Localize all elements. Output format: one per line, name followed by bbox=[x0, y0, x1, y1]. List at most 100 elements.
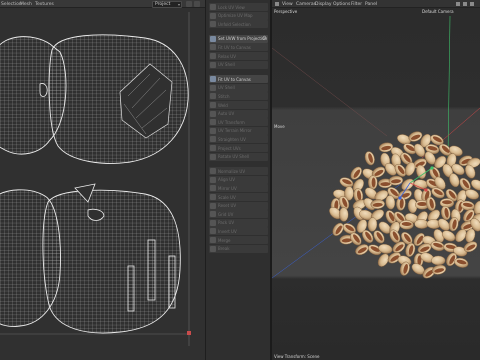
tool-item[interactable]: Optimize UV Map bbox=[209, 11, 268, 20]
maximize-icon[interactable] bbox=[470, 1, 474, 6]
tool-icon bbox=[210, 4, 216, 10]
chevron-down-icon: ▾ bbox=[177, 2, 180, 7]
tool-item[interactable]: Break bbox=[209, 244, 268, 253]
tool-icon bbox=[210, 102, 216, 108]
tool-item[interactable]: Set UVW from Projection ⚙ bbox=[209, 34, 268, 43]
tool-item[interactable]: Relax UV bbox=[209, 52, 268, 60]
tool-label: Fit UV to Canvas bbox=[218, 44, 251, 50]
tool-icon bbox=[210, 12, 216, 19]
tool-icon bbox=[210, 145, 216, 151]
tool-label: Auto UV bbox=[218, 111, 235, 117]
tool-label: Reset UV bbox=[218, 203, 237, 209]
tool-label: Mirror UV bbox=[218, 185, 237, 191]
tool-item[interactable]: Fit UV to Canvas bbox=[209, 43, 268, 52]
tool-item[interactable]: Rotate UV Shell bbox=[209, 152, 268, 161]
uv-menubar: Selection Mesh Textures Project ▾ bbox=[0, 0, 205, 8]
tool-icon bbox=[210, 219, 216, 226]
viewport-panel: View Cameras Display Options Filter Pane… bbox=[272, 0, 480, 360]
tool-item[interactable]: Lock UV View bbox=[209, 3, 268, 11]
menu-filter[interactable]: Filter bbox=[351, 2, 362, 7]
tool-icon bbox=[210, 53, 216, 59]
tool-icon bbox=[210, 127, 216, 134]
tool-item[interactable]: Auto UV bbox=[209, 109, 268, 118]
tool-item[interactable]: UV Shell bbox=[209, 60, 268, 69]
tool-label: Normalize UV bbox=[218, 168, 246, 174]
tool-icon bbox=[210, 110, 216, 117]
tool-label: UV Shell bbox=[218, 85, 235, 91]
tool-icon bbox=[210, 237, 216, 243]
tool-icon bbox=[210, 61, 216, 68]
grid-icon[interactable] bbox=[194, 1, 200, 7]
tool-label: Merge bbox=[218, 237, 231, 243]
tool-label: Optimize UV Map bbox=[218, 13, 253, 19]
tool-mode-label: Move bbox=[274, 124, 285, 129]
pistachio bbox=[439, 198, 455, 208]
viewport-3d[interactable]: Perspective Default Camera Move View Tra… bbox=[272, 8, 480, 360]
tool-item[interactable]: UV Transform bbox=[209, 118, 268, 127]
move-view-icon[interactable] bbox=[456, 1, 460, 6]
camera-name-label: Default Camera bbox=[422, 9, 454, 14]
tool-icon bbox=[210, 93, 216, 100]
view-name-label: Perspective bbox=[274, 9, 298, 14]
tool-item[interactable]: UV Terrain Mirror bbox=[209, 126, 268, 135]
tool-icon bbox=[210, 168, 216, 175]
snap-icon[interactable] bbox=[186, 1, 192, 7]
view-transform-label: View Transform: Scene bbox=[274, 354, 320, 359]
tool-label: Break bbox=[218, 246, 230, 252]
menu-cameras[interactable]: Cameras bbox=[296, 2, 316, 7]
tool-label: Grid UV bbox=[218, 211, 234, 217]
tool-item[interactable]: Grid UV bbox=[209, 210, 268, 219]
uv-wireframe bbox=[0, 12, 198, 350]
tool-label: Invert UV bbox=[218, 228, 237, 234]
menu-display[interactable]: Display bbox=[315, 2, 332, 7]
menu-panel[interactable]: Panel bbox=[365, 2, 377, 7]
tool-icon bbox=[210, 153, 216, 160]
tool-label: UV Terrain Mirror bbox=[218, 128, 252, 134]
tool-item[interactable]: Align UV bbox=[209, 175, 268, 184]
tool-icon bbox=[210, 136, 216, 143]
tool-item[interactable]: Straighten UV bbox=[209, 135, 268, 144]
tool-item[interactable]: Merge bbox=[209, 236, 268, 244]
tool-label: Scale UV bbox=[218, 194, 236, 200]
projection-select[interactable]: Project ▾ bbox=[152, 0, 182, 8]
tool-icon bbox=[210, 35, 216, 42]
menu-selection[interactable]: Selection bbox=[1, 2, 22, 7]
tool-label: Rotate UV Shell bbox=[218, 154, 250, 160]
viewport-scene bbox=[272, 8, 480, 360]
tool-label: Pack UV bbox=[218, 220, 235, 226]
tool-label: Fit UV to Canvas bbox=[218, 76, 251, 82]
tool-icon bbox=[210, 185, 216, 192]
gear-icon[interactable]: ⚙ bbox=[262, 35, 267, 42]
tool-item[interactable]: Fit UV to Canvas bbox=[209, 75, 268, 84]
uv-canvas[interactable] bbox=[0, 12, 198, 350]
viewport-menubar: View Cameras Display Options Filter Pane… bbox=[272, 0, 480, 8]
tool-item[interactable]: Mirror UV bbox=[209, 184, 268, 193]
tool-icon bbox=[210, 245, 216, 252]
tool-label: Weld bbox=[218, 102, 228, 108]
tool-item[interactable]: Invert UV bbox=[209, 227, 268, 236]
tool-item[interactable]: Unfold Selection bbox=[209, 20, 268, 29]
tool-icon bbox=[210, 21, 216, 28]
tool-label: UV Transform bbox=[218, 119, 245, 125]
tool-item[interactable]: Normalize UV bbox=[209, 167, 268, 176]
view-icon[interactable] bbox=[275, 1, 279, 6]
tool-icon bbox=[210, 44, 216, 51]
menu-view[interactable]: View bbox=[282, 2, 293, 7]
tool-item[interactable]: Weld bbox=[209, 101, 268, 109]
pistachio bbox=[368, 175, 378, 190]
tool-label: Unfold Selection bbox=[218, 21, 251, 27]
menu-mesh[interactable]: Mesh bbox=[20, 2, 32, 7]
pistachio bbox=[338, 207, 349, 222]
projection-select-value: Project bbox=[155, 2, 171, 7]
tool-icon bbox=[210, 176, 216, 183]
menu-options[interactable]: Options bbox=[333, 2, 350, 7]
tool-item[interactable]: Reset UV bbox=[209, 201, 268, 210]
tool-item[interactable]: Pack UV bbox=[209, 218, 268, 227]
menu-textures[interactable]: Textures bbox=[35, 2, 54, 7]
rotate-view-icon[interactable] bbox=[463, 1, 467, 6]
tool-item[interactable]: Scale UV bbox=[209, 193, 268, 201]
tool-label: Align UV bbox=[218, 177, 235, 183]
tool-item[interactable]: Stitch bbox=[209, 92, 268, 101]
tool-item[interactable]: Project UVs bbox=[209, 144, 268, 152]
tool-item[interactable]: UV Shell bbox=[209, 83, 268, 92]
